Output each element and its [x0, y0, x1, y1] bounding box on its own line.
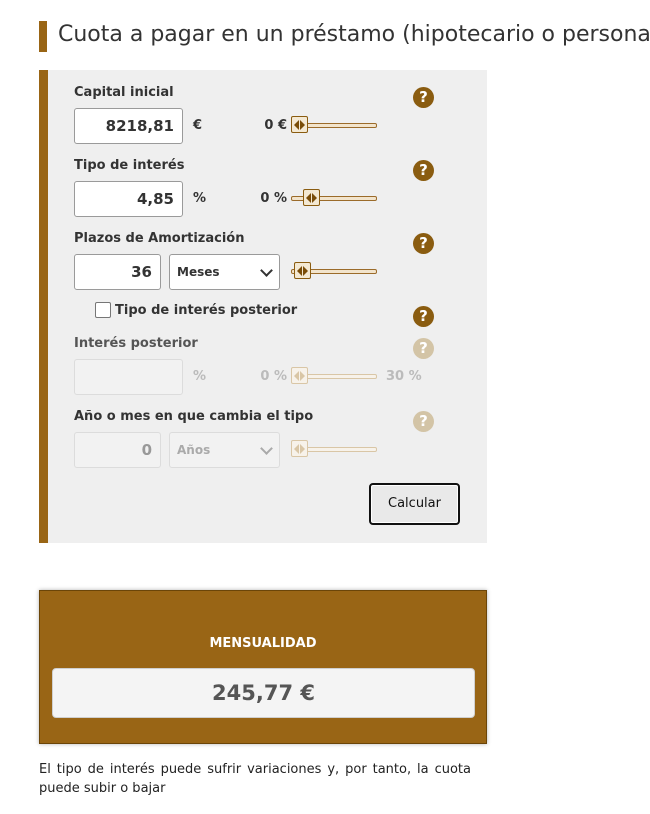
interest-slider[interactable]: [291, 188, 377, 208]
capital-label: Capital inicial: [74, 85, 174, 100]
change-period-label: Año o mes en que cambia el tipo: [74, 409, 314, 424]
page-title: Cuota a pagar en un préstamo (hipotecari…: [58, 22, 650, 47]
change-period-input: 0: [74, 432, 161, 468]
change-period-slider: [291, 439, 377, 459]
terms-label: Plazos de Amortización: [74, 231, 245, 246]
later-rate-unit: %: [193, 369, 207, 384]
change-period-select: Años: [169, 432, 280, 468]
later-rate-input: [74, 359, 183, 395]
result-box: MENSUALIDAD 245,77 €: [39, 590, 487, 744]
disclaimer-note: El tipo de interés puede sufrir variacio…: [39, 762, 471, 796]
terms-slider-thumb-icon[interactable]: [294, 262, 312, 279]
terms-period-select[interactable]: Meses: [169, 254, 280, 290]
later-rate-help-icon: ?: [413, 338, 434, 359]
interest-label: Tipo de interés: [74, 158, 185, 173]
interest-help-icon[interactable]: ?: [413, 160, 434, 181]
chevron-down-icon: [260, 442, 273, 455]
later-rate-checkbox-help-icon[interactable]: ?: [413, 306, 434, 327]
later-rate-slider-thumb-icon: [291, 367, 308, 384]
later-rate-checkbox[interactable]: [95, 302, 111, 318]
change-period-selected: Años: [177, 443, 211, 457]
capital-slider[interactable]: [291, 115, 377, 135]
later-rate-checkbox-label[interactable]: Tipo de interés posterior: [115, 303, 297, 318]
capital-slider-thumb-icon[interactable]: [291, 116, 308, 133]
terms-input[interactable]: 36: [74, 254, 161, 290]
change-period-slider-thumb-icon: [291, 440, 308, 457]
interest-input[interactable]: 4,85: [74, 181, 183, 217]
capital-slider-min: 0 €: [264, 118, 287, 133]
terms-help-icon[interactable]: ?: [413, 233, 434, 254]
terms-period-selected: Meses: [177, 265, 220, 279]
later-rate-label: Interés posterior: [74, 336, 198, 351]
interest-slider-min: 0 %: [260, 191, 287, 206]
capital-input[interactable]: 8218,81: [74, 108, 183, 144]
later-rate-slider: [291, 366, 377, 386]
later-rate-slider-min: 0 %: [260, 369, 287, 384]
loan-calculator-panel: Capital inicial ? 8218,81 € 0 € Tipo de …: [39, 70, 487, 543]
capital-help-icon[interactable]: ?: [413, 87, 434, 108]
change-period-help-icon: ?: [413, 411, 434, 432]
later-rate-slider-max: 30 %: [386, 369, 422, 384]
title-accent-bar: [39, 21, 47, 52]
interest-unit: %: [193, 191, 207, 206]
capital-unit: €: [193, 118, 203, 133]
chevron-down-icon: [260, 264, 273, 277]
terms-slider[interactable]: [291, 261, 377, 281]
interest-slider-thumb-icon[interactable]: [302, 189, 320, 206]
result-title: MENSUALIDAD: [209, 636, 317, 651]
calculate-button[interactable]: Calcular: [369, 483, 460, 525]
monthly-payment-value: 245,77 €: [52, 668, 475, 718]
